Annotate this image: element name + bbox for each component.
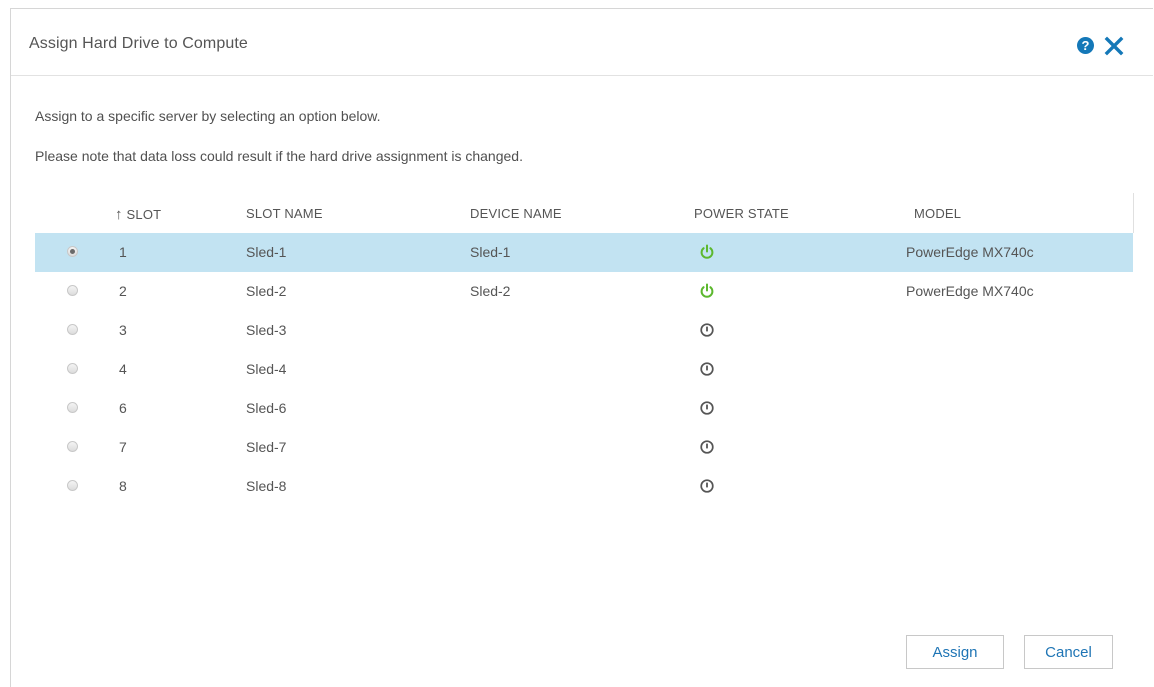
table-row[interactable]: 4 Sled-4 xyxy=(35,350,1133,389)
cell-slot: 3 xyxy=(119,322,127,338)
cell-slot-name: Sled-7 xyxy=(246,439,287,455)
table-row[interactable]: 7 Sled-7 xyxy=(35,428,1133,467)
cell-device-name: Sled-1 xyxy=(470,244,511,260)
sort-ascending-icon: ↑ xyxy=(115,206,123,223)
column-slot-label: SLOT xyxy=(126,207,162,222)
row-radio-button[interactable] xyxy=(67,402,78,413)
column-header-slot[interactable]: ↑ SLOT xyxy=(115,206,161,223)
dialog-title: Assign Hard Drive to Compute xyxy=(29,35,248,52)
cell-model: PowerEdge MX740c xyxy=(906,244,1034,260)
row-radio-button[interactable] xyxy=(67,441,78,452)
table-header: ↑ SLOT SLOT NAME DEVICE NAME POWER STATE… xyxy=(35,193,1134,233)
column-header-slot-name[interactable]: SLOT NAME xyxy=(246,206,323,221)
cell-slot-name: Sled-6 xyxy=(246,400,287,416)
row-radio-button[interactable] xyxy=(67,324,78,335)
table-row[interactable]: 8 Sled-8 xyxy=(35,467,1133,506)
data-loss-warning: Please note that data loss could result … xyxy=(35,148,523,164)
row-radio-button[interactable] xyxy=(67,246,78,257)
row-radio-button[interactable] xyxy=(67,285,78,296)
power-off-icon xyxy=(700,401,714,415)
column-header-power-state[interactable]: POWER STATE xyxy=(694,206,789,221)
column-header-device-name[interactable]: DEVICE NAME xyxy=(470,206,562,221)
cell-device-name: Sled-2 xyxy=(470,283,511,299)
row-radio-button[interactable] xyxy=(67,363,78,374)
power-off-icon xyxy=(700,323,714,337)
cell-slot-name: Sled-3 xyxy=(246,322,287,338)
table-row[interactable]: 1 Sled-1 Sled-1 PowerEdge MX740c xyxy=(35,233,1133,272)
cell-slot-name: Sled-1 xyxy=(246,244,287,260)
power-on-icon xyxy=(700,283,714,298)
power-on-icon xyxy=(700,244,714,259)
assign-hard-drive-dialog: Assign Hard Drive to Compute ? Assign to… xyxy=(10,8,1153,687)
cell-slot-name: Sled-4 xyxy=(246,361,287,377)
cell-slot: 2 xyxy=(119,283,127,299)
power-off-icon xyxy=(700,440,714,454)
table-row[interactable]: 2 Sled-2 Sled-2 PowerEdge MX740c xyxy=(35,272,1133,311)
power-off-icon xyxy=(700,479,714,493)
cell-slot: 8 xyxy=(119,478,127,494)
cancel-button[interactable]: Cancel xyxy=(1024,635,1113,669)
cell-slot: 4 xyxy=(119,361,127,377)
cell-model: PowerEdge MX740c xyxy=(906,283,1034,299)
close-icon[interactable] xyxy=(1103,35,1125,57)
column-header-model[interactable]: MODEL xyxy=(914,206,961,221)
power-off-icon xyxy=(700,362,714,376)
table-row[interactable]: 6 Sled-6 xyxy=(35,389,1133,428)
cell-slot: 1 xyxy=(119,244,127,260)
cell-slot-name: Sled-8 xyxy=(246,478,287,494)
cell-slot-name: Sled-2 xyxy=(246,283,287,299)
cell-slot: 6 xyxy=(119,400,127,416)
row-radio-button[interactable] xyxy=(67,480,78,491)
cell-slot: 7 xyxy=(119,439,127,455)
slot-table: ↑ SLOT SLOT NAME DEVICE NAME POWER STATE… xyxy=(35,193,1134,506)
help-icon[interactable]: ? xyxy=(1077,37,1094,54)
assign-button[interactable]: Assign xyxy=(906,635,1004,669)
table-row[interactable]: 3 Sled-3 xyxy=(35,311,1133,350)
table-body: 1 Sled-1 Sled-1 PowerEdge MX740c 2 Sled-2 Sled… xyxy=(35,233,1133,506)
dialog-header: Assign Hard Drive to Compute ? xyxy=(11,9,1153,76)
instruction-text: Assign to a specific server by selecting… xyxy=(35,108,381,124)
